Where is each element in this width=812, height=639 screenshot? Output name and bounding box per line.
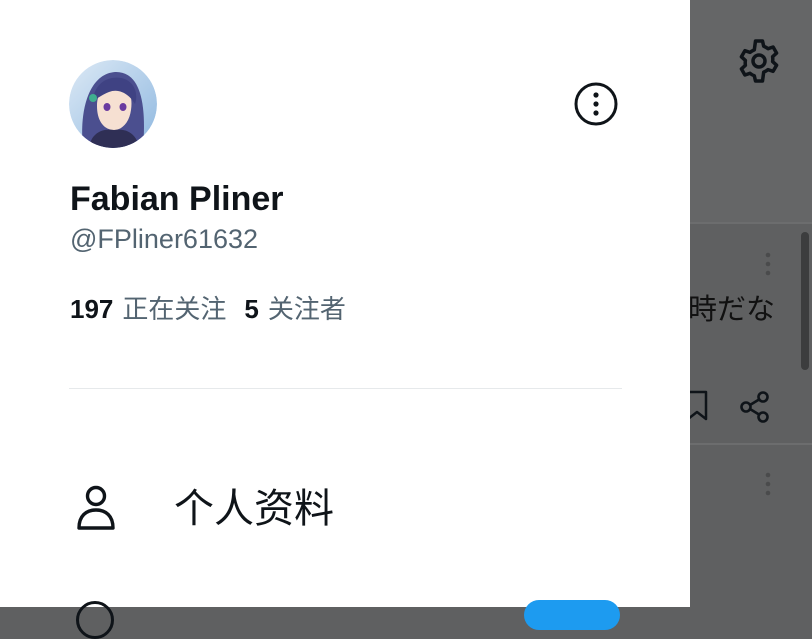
person-icon <box>77 485 115 530</box>
tweet-more-icon[interactable] <box>760 470 776 500</box>
menu-item-profile[interactable]: 个人资料 <box>60 470 620 550</box>
divider <box>69 388 622 389</box>
scrollbar-thumb[interactable] <box>801 232 809 370</box>
following-link[interactable]: 197 正在关注 <box>70 289 226 326</box>
settings-gear-icon[interactable] <box>735 37 783 85</box>
background-divider <box>690 443 812 445</box>
followers-count: 5 <box>244 294 259 324</box>
navigation-drawer: Fabian Pliner @FPliner61632 197 正在关注 5 关注者… <box>0 0 690 639</box>
next-menu-item-badge[interactable] <box>524 600 620 630</box>
following-label: 正在关注 <box>122 295 227 325</box>
following-count: 197 <box>70 294 114 324</box>
followers-link[interactable]: 5 关注者 <box>244 289 345 326</box>
background-divider <box>690 222 812 224</box>
display-name[interactable]: Fabian Pliner <box>70 180 284 219</box>
follow-stats: 197 正在关注 5 关注者 <box>70 289 346 326</box>
avatar[interactable] <box>69 60 157 148</box>
user-handle: @FPliner61632 <box>70 224 259 254</box>
tweet-text-fragment: 時だな <box>688 292 776 326</box>
background-header <box>690 0 812 222</box>
more-options-icon[interactable] <box>573 81 619 127</box>
followers-label: 关注者 <box>267 295 346 325</box>
share-icon[interactable] <box>738 390 772 424</box>
tweet-more-icon[interactable] <box>760 250 776 280</box>
menu-item-label: 个人资料 <box>174 486 334 532</box>
